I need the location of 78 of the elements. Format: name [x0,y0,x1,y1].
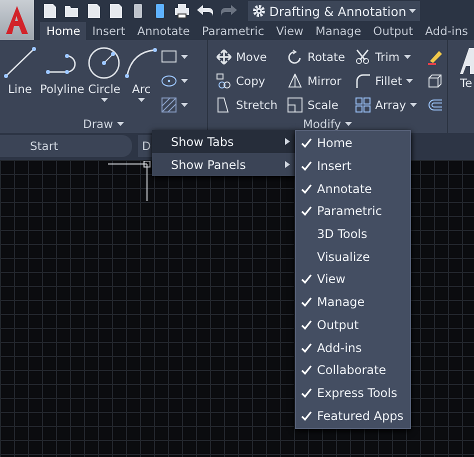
box-icon[interactable] [427,72,444,88]
modify-tool-button[interactable]: Rotate [287,47,346,66]
caret-icon [181,78,188,82]
modify-tool-button[interactable]: Move [216,47,278,66]
submenu-item[interactable]: Output [296,314,410,336]
logo-icon [4,5,30,35]
submenu-item[interactable]: Visualize [296,245,410,268]
draw-tool-button[interactable]: Circle [87,44,122,115]
save-as-icon[interactable] [108,3,124,19]
rectangle-icon[interactable] [161,48,178,64]
undo-icon[interactable] [196,4,214,18]
panel-title[interactable]: Draw [0,115,207,133]
submenu-item[interactable]: Parametric [296,200,410,223]
hatch-icon[interactable] [161,96,178,112]
new-file-icon[interactable] [42,3,58,19]
caret-icon [409,9,416,13]
caret-icon [181,102,188,106]
submenu-item[interactable]: Insert [296,154,410,178]
submenu-item[interactable]: Home [296,132,410,155]
submenu-item[interactable]: Collaborate [296,358,410,382]
workspace-dropdown[interactable]: Drafting & Annotation [248,1,420,21]
gear-icon [252,4,266,18]
menu-item[interactable]: Show Panels [152,153,296,176]
panel-title[interactable]: Modify [208,115,447,133]
app-menu-button[interactable] [0,0,34,40]
submenu-item[interactable]: Featured Apps [296,404,410,427]
printer-icon[interactable] [174,3,190,19]
menu-item[interactable]: Show Tabs [152,130,296,153]
draw-tool-button[interactable]: Line [3,44,37,115]
scissors-icon [355,48,372,64]
modify-tool-button[interactable]: Fillet [355,71,418,90]
modify-tool-button[interactable]: Trim [355,47,418,66]
draw-tool-button[interactable]: Polyline [40,44,84,115]
rotate-icon [287,48,304,64]
save-icon[interactable] [86,3,102,19]
modify-tool-button[interactable]: Stretch [216,95,278,114]
caret-icon [345,122,352,126]
circle-icon [87,46,122,80]
text-icon [460,48,474,74]
ribbon-tab[interactable]: Add-ins [419,22,474,40]
submenu-item[interactable]: Manage [296,290,410,314]
ribbon-tab[interactable]: Output [367,22,420,40]
copy-icon [216,72,232,88]
eraser-icon[interactable] [427,48,444,64]
redo-icon[interactable] [220,4,238,18]
ribbon-tab[interactable]: View [270,22,310,40]
ribbon-tab[interactable]: Parametric [196,22,270,40]
file-tab[interactable]: Start [0,135,132,157]
modify-tool-button[interactable]: Array [355,95,418,114]
arc-icon [124,46,158,80]
ribbon-tab[interactable]: Manage [309,22,368,40]
crosshair-icon [108,161,152,201]
draw-tool-button[interactable]: Arc [124,44,158,115]
ribbon-tab[interactable]: Insert [86,22,132,40]
mirror-icon [287,72,304,88]
submenu-item[interactable]: Annotate [296,177,410,200]
submenu-arrow-icon [285,161,290,168]
submenu-item[interactable]: Add-ins [296,336,410,359]
submenu-arrow-icon [285,138,290,145]
submenu-item[interactable]: 3D Tools [296,222,410,246]
line-icon [3,46,37,80]
modify-tool-button[interactable]: Scale [287,95,346,114]
caret-icon [181,54,188,58]
offset-icon[interactable] [427,96,444,112]
modify-tool-button[interactable]: Mirror [287,71,346,90]
scale-icon [287,96,304,112]
submenu-item[interactable]: View [296,268,410,291]
move-icon [216,48,232,64]
ellipse-icon[interactable] [161,72,178,88]
ribbon-tab[interactable]: Home [40,22,86,40]
open-folder-icon[interactable] [64,3,80,19]
modify-tool-button[interactable]: Copy [216,71,278,90]
text-tool-label[interactable]: Te [460,76,472,90]
ribbon-tab[interactable]: Annotate [131,22,196,40]
submenu-item[interactable]: Express Tools [296,382,410,404]
fillet-icon [355,72,372,88]
caret-icon [117,122,124,126]
array-icon [355,96,372,112]
